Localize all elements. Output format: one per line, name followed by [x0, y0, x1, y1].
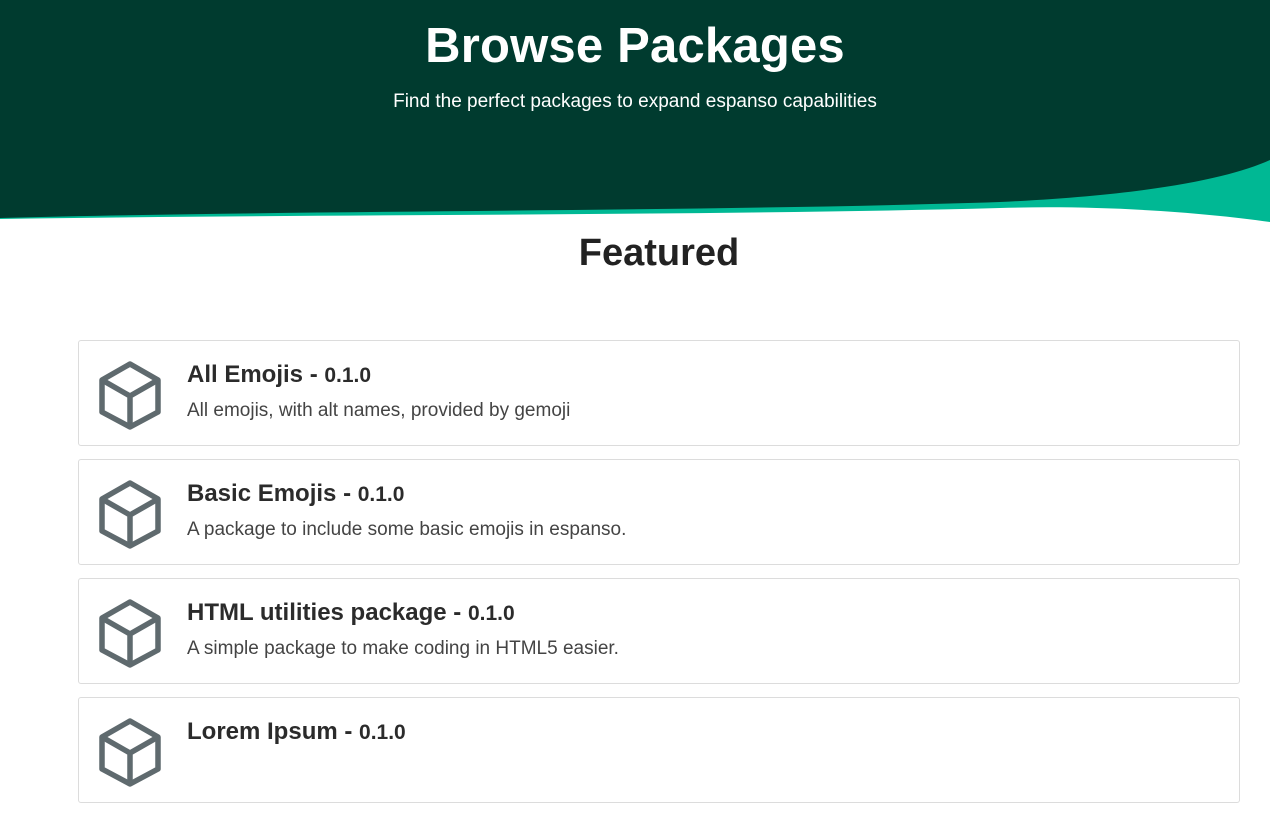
page-title: Browse Packages	[425, 19, 845, 73]
package-box-icon	[98, 598, 162, 668]
package-box-icon	[98, 717, 162, 787]
package-title[interactable]: Basic Emojis - 0.1.0	[187, 480, 404, 508]
package-version: 0.1.0	[324, 364, 372, 387]
package-box-icon	[98, 479, 162, 549]
featured-package-list: All Emojis - 0.1.0 All emojis, with alt …	[78, 340, 1240, 816]
package-name: HTML utilities package	[187, 599, 447, 626]
package-version: 0.1.0	[357, 483, 405, 506]
package-card-all-emojis[interactable]: All Emojis - 0.1.0 All emojis, with alt …	[78, 340, 1240, 446]
package-name: All Emojis	[187, 361, 304, 388]
package-title[interactable]: All Emojis - 0.1.0	[187, 361, 371, 389]
package-separator: -	[446, 599, 468, 626]
package-card-lorem-ipsum[interactable]: Lorem Ipsum - 0.1.0	[78, 697, 1240, 803]
package-version: 0.1.0	[359, 721, 406, 744]
package-separator: -	[337, 718, 360, 745]
package-separator: -	[336, 480, 358, 507]
package-description: All emojis, with alt names, provided by …	[187, 400, 571, 421]
package-box-icon	[98, 360, 162, 430]
package-name: Basic Emojis	[187, 480, 337, 507]
package-name: Lorem Ipsum	[187, 718, 338, 745]
package-description: A simple package to make coding in HTML5…	[187, 638, 619, 659]
featured-heading: Featured	[578, 232, 740, 274]
package-separator: -	[303, 361, 325, 388]
package-title[interactable]: Lorem Ipsum - 0.1.0	[187, 718, 406, 746]
package-card-html-utilities[interactable]: HTML utilities package - 0.1.0 A simple …	[78, 578, 1240, 684]
package-title[interactable]: HTML utilities package - 0.1.0	[187, 599, 515, 627]
page-subtitle: Find the perfect packages to expand espa…	[393, 91, 877, 112]
package-version: 0.1.0	[467, 602, 515, 625]
package-description: A package to include some basic emojis i…	[187, 519, 627, 540]
package-card-basic-emojis[interactable]: Basic Emojis - 0.1.0 A package to includ…	[78, 459, 1240, 565]
hero-banner: Browse Packages Find the perfect package…	[0, 0, 1270, 222]
